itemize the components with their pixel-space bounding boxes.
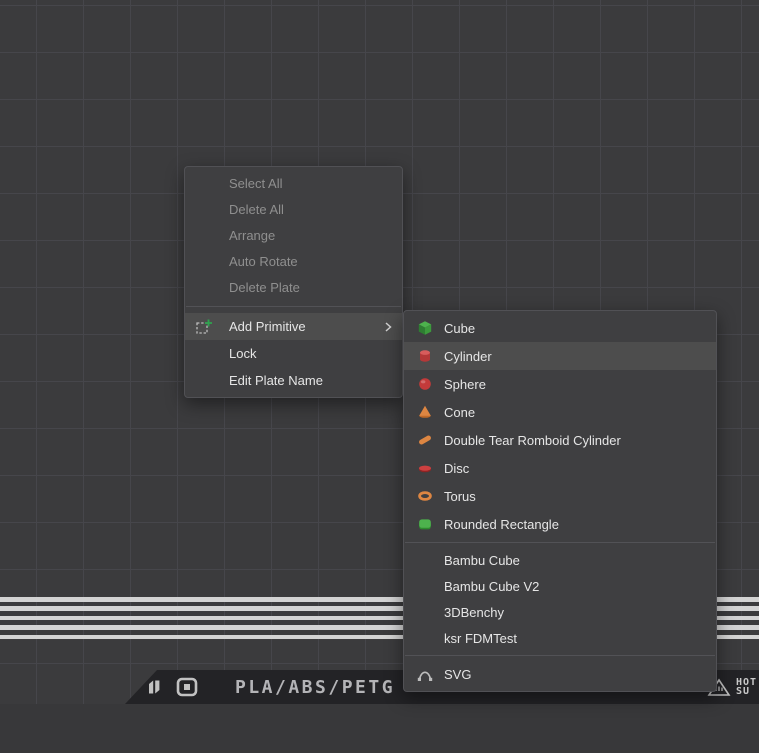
- submenu-chevron-icon: [384, 321, 392, 333]
- stripe: [0, 616, 433, 621]
- menu-item-label: Delete Plate: [229, 280, 300, 295]
- stripe: [0, 606, 433, 611]
- submenu-item-label: 3DBenchy: [444, 605, 504, 620]
- submenu-item-label: Sphere: [444, 377, 486, 392]
- menu-item-lock[interactable]: Lock: [185, 340, 402, 367]
- submenu-item-bambu-cube-v2[interactable]: Bambu Cube V2: [404, 573, 716, 599]
- menu-item-label: Edit Plate Name: [229, 373, 323, 388]
- cylinder-icon: [417, 348, 433, 364]
- menu-item-delete-all: Delete All: [185, 196, 402, 222]
- submenu-item-double-tear-romboid-cylinder[interactable]: Double Tear Romboid Cylinder: [404, 426, 716, 454]
- torus-icon: [417, 488, 433, 504]
- submenu-item-sphere[interactable]: Sphere: [404, 370, 716, 398]
- submenu-item-torus[interactable]: Torus: [404, 482, 716, 510]
- svg-curve-icon: [417, 666, 433, 682]
- menu-item-auto-rotate: Auto Rotate: [185, 248, 402, 274]
- double-tear-romboid-cylinder-icon: [417, 432, 433, 448]
- menu-item-edit-plate-name[interactable]: Edit Plate Name: [185, 367, 402, 394]
- add-primitive-submenu: Cube Cylinder Sphere: [403, 310, 717, 692]
- menu-item-delete-plate: Delete Plate: [185, 274, 402, 300]
- submenu-item-ksr-fdmtest[interactable]: ksr FDMTest: [404, 625, 716, 651]
- submenu-item-svg[interactable]: SVG: [404, 660, 716, 688]
- menu-item-label: Auto Rotate: [229, 254, 298, 269]
- submenu-item-bambu-cube[interactable]: Bambu Cube: [404, 547, 716, 573]
- cube-icon: [417, 320, 433, 336]
- menu-item-label: Lock: [229, 346, 256, 361]
- submenu-item-label: Cone: [444, 405, 475, 420]
- cone-icon: [417, 404, 433, 420]
- submenu-item-label: Cube: [444, 321, 475, 336]
- menu-item-select-all: Select All: [185, 170, 402, 196]
- submenu-item-label: Bambu Cube V2: [444, 579, 539, 594]
- submenu-item-cube[interactable]: Cube: [404, 314, 716, 342]
- submenu-separator: [405, 655, 715, 656]
- submenu-item-label: ksr FDMTest: [444, 631, 517, 646]
- rounded-rectangle-icon: [417, 516, 433, 532]
- submenu-item-disc[interactable]: Disc: [404, 454, 716, 482]
- submenu-item-label: Bambu Cube: [444, 553, 520, 568]
- submenu-item-rounded-rectangle[interactable]: Rounded Rectangle: [404, 510, 716, 538]
- disc-icon: [417, 460, 433, 476]
- submenu-item-label: Disc: [444, 461, 469, 476]
- menu-item-add-primitive[interactable]: Add Primitive: [185, 313, 402, 340]
- sphere-icon: [417, 376, 433, 392]
- submenu-item-3dbenchy[interactable]: 3DBenchy: [404, 599, 716, 625]
- menu-item-arrange: Arrange: [185, 222, 402, 248]
- submenu-item-label: Rounded Rectangle: [444, 517, 559, 532]
- plate-marking-stripes-left: [0, 597, 433, 639]
- application-window: PLA/ABS/PETG HOT SU Select All Delete Al…: [0, 0, 759, 753]
- submenu-separator: [405, 542, 715, 543]
- add-primitive-icon: [195, 318, 213, 336]
- menu-item-label: Arrange: [229, 228, 275, 243]
- hot-surface-text: HOT SU: [736, 678, 757, 696]
- submenu-item-label: Cylinder: [444, 349, 492, 364]
- stripe: [0, 625, 433, 630]
- menu-item-label: Delete All: [229, 202, 284, 217]
- studio-app-logo-icon: [175, 677, 199, 697]
- menu-item-label: Select All: [229, 176, 282, 191]
- submenu-item-cylinder[interactable]: Cylinder: [404, 342, 716, 370]
- stripe: [0, 597, 433, 602]
- plate-material-label: PLA/ABS/PETG: [235, 677, 395, 698]
- submenu-item-label: SVG: [444, 667, 471, 682]
- submenu-item-label: Torus: [444, 489, 476, 504]
- plate-context-menu: Select All Delete All Arrange Auto Rotat…: [184, 166, 403, 398]
- area-below-plate: [0, 704, 759, 753]
- stripe: [0, 635, 433, 640]
- submenu-item-cone[interactable]: Cone: [404, 398, 716, 426]
- submenu-item-label: Double Tear Romboid Cylinder: [444, 433, 621, 448]
- menu-separator: [186, 306, 401, 307]
- bambu-logo-icon: [145, 678, 167, 696]
- menu-item-label: Add Primitive: [229, 319, 306, 334]
